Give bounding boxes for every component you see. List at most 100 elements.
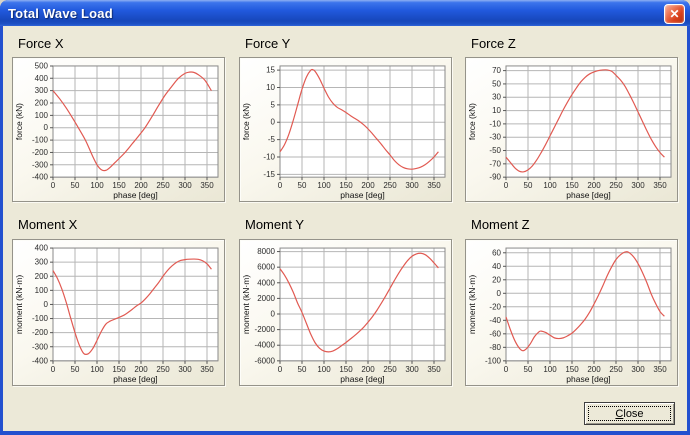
- svg-text:-4000: -4000: [255, 341, 276, 350]
- svg-text:phase [deg]: phase [deg]: [566, 374, 610, 384]
- svg-text:-80: -80: [489, 343, 501, 352]
- svg-text:200: 200: [361, 365, 375, 374]
- svg-text:0: 0: [51, 365, 56, 374]
- svg-text:70: 70: [492, 66, 501, 75]
- svg-text:150: 150: [339, 181, 353, 190]
- close-icon[interactable]: ✕: [664, 4, 685, 24]
- svg-text:250: 250: [383, 181, 397, 190]
- svg-text:0: 0: [504, 181, 509, 190]
- svg-text:50: 50: [524, 181, 533, 190]
- svg-text:40: 40: [492, 262, 501, 271]
- svg-text:phase [deg]: phase [deg]: [113, 374, 157, 384]
- svg-text:350: 350: [427, 365, 441, 374]
- svg-text:phase [deg]: phase [deg]: [340, 374, 384, 384]
- svg-text:moment (kN·m): moment (kN·m): [241, 275, 251, 335]
- svg-text:50: 50: [298, 181, 307, 190]
- svg-text:-50: -50: [489, 146, 501, 155]
- chart-canvas-force-y: 151050-5-10-150 50 100 150 200 250 300 350phase…: [241, 65, 446, 200]
- svg-text:100: 100: [317, 181, 331, 190]
- chart-title-moment-x: Moment X: [18, 217, 78, 232]
- chart-canvas-force-z: 70 50 30 10 -10 -30 -50 -70 -900 50 100 150 200 250 30…: [467, 65, 672, 200]
- svg-text:150: 150: [112, 365, 126, 374]
- svg-text:200: 200: [134, 365, 148, 374]
- svg-text:60: 60: [492, 248, 501, 257]
- svg-text:300: 300: [405, 181, 419, 190]
- svg-text:200: 200: [587, 365, 601, 374]
- svg-text:150: 150: [112, 181, 126, 190]
- svg-text:100: 100: [317, 365, 331, 374]
- svg-text:300: 300: [631, 181, 645, 190]
- svg-text:250: 250: [383, 365, 397, 374]
- svg-text:-5: -5: [268, 135, 276, 144]
- dialog-client-area: Force X 500 400 300 200 100 0 -100 -200 -300 -400…: [3, 26, 687, 431]
- title-bar[interactable]: Total Wave Load: [0, 0, 690, 26]
- svg-text:150: 150: [339, 365, 353, 374]
- svg-text:150: 150: [565, 365, 579, 374]
- chart-panel-force-y: 15 10 5 0 -5 -10 -15 0 50 100 150 200 250 300 350 phase…: [239, 57, 452, 202]
- svg-text:0: 0: [271, 118, 276, 127]
- svg-text:5: 5: [271, 100, 276, 109]
- chart-canvas-force-x: 5004003002001000-100-200-300-4000 50 100 15…: [14, 61, 219, 200]
- chart-panel-moment-x: 400 300 200 100 0 -100 -200 -300 -400 0 50 100 150 20…: [12, 239, 225, 386]
- svg-text:-2000: -2000: [255, 325, 276, 334]
- svg-text:moment (kN·m): moment (kN·m): [467, 275, 477, 335]
- close-button[interactable]: Close: [584, 402, 675, 425]
- svg-text:10: 10: [492, 106, 501, 115]
- svg-text:400: 400: [35, 244, 49, 253]
- svg-text:200: 200: [35, 99, 49, 108]
- chart-panel-force-z: 70 50 30 10 -10 -30 -50 -70 -90 0 50 100 150 200 250 30…: [465, 57, 678, 202]
- svg-text:6000: 6000: [257, 263, 275, 272]
- svg-text:0: 0: [271, 309, 276, 318]
- svg-text:350: 350: [653, 365, 667, 374]
- svg-text:0: 0: [51, 181, 56, 190]
- svg-text:300: 300: [178, 365, 192, 374]
- svg-text:phase [deg]: phase [deg]: [340, 190, 384, 200]
- svg-text:2000: 2000: [257, 294, 275, 303]
- svg-text:30: 30: [492, 93, 501, 102]
- svg-text:200: 200: [35, 272, 49, 281]
- svg-text:350: 350: [200, 365, 214, 374]
- svg-text:-300: -300: [32, 342, 49, 351]
- svg-text:-100: -100: [32, 136, 49, 145]
- svg-text:10: 10: [266, 83, 275, 92]
- svg-text:-300: -300: [32, 160, 49, 169]
- total-wave-load-dialog: Total Wave Load ✕ Force X 500 400 300 200 10…: [0, 0, 690, 435]
- svg-text:force (kN): force (kN): [14, 103, 24, 140]
- chart-canvas-moment-x: 4003002001000-100-200-300-4000 50 100 150 20…: [14, 244, 219, 384]
- svg-text:0: 0: [278, 365, 283, 374]
- svg-text:200: 200: [134, 181, 148, 190]
- svg-text:200: 200: [361, 181, 375, 190]
- svg-text:phase [deg]: phase [deg]: [566, 190, 610, 200]
- svg-text:300: 300: [178, 181, 192, 190]
- svg-text:force (kN): force (kN): [241, 103, 251, 140]
- svg-text:-90: -90: [489, 173, 501, 182]
- svg-text:0: 0: [44, 123, 49, 132]
- svg-text:-15: -15: [263, 170, 275, 179]
- svg-text:350: 350: [200, 181, 214, 190]
- svg-text:-30: -30: [489, 133, 501, 142]
- svg-text:-400: -400: [32, 356, 49, 365]
- chart-title-force-x: Force X: [18, 36, 64, 51]
- dialog-title: Total Wave Load: [8, 5, 113, 21]
- close-button-label: Close: [588, 406, 671, 421]
- svg-text:20: 20: [492, 275, 501, 284]
- svg-text:phase [deg]: phase [deg]: [113, 190, 157, 200]
- chart-title-moment-y: Moment Y: [245, 217, 305, 232]
- svg-text:300: 300: [405, 365, 419, 374]
- svg-text:force (kN): force (kN): [467, 103, 477, 140]
- svg-text:50: 50: [492, 79, 501, 88]
- svg-text:250: 250: [156, 181, 170, 190]
- chart-panel-moment-z: 60 40 20 0 -20 -40 -60 -80 -100 0 50 100 150 200 250 30…: [465, 239, 678, 386]
- svg-text:-10: -10: [263, 153, 275, 162]
- svg-text:300: 300: [631, 365, 645, 374]
- chart-canvas-moment-y: 80006000400020000-2000-4000-60000 50 100 15…: [241, 247, 446, 384]
- svg-text:15: 15: [266, 66, 275, 75]
- svg-text:100: 100: [35, 286, 49, 295]
- svg-text:-20: -20: [489, 302, 501, 311]
- svg-text:100: 100: [90, 365, 104, 374]
- svg-text:-10: -10: [489, 119, 501, 128]
- svg-text:400: 400: [35, 74, 49, 83]
- svg-text:300: 300: [35, 86, 49, 95]
- svg-text:100: 100: [543, 181, 557, 190]
- svg-text:500: 500: [35, 61, 49, 70]
